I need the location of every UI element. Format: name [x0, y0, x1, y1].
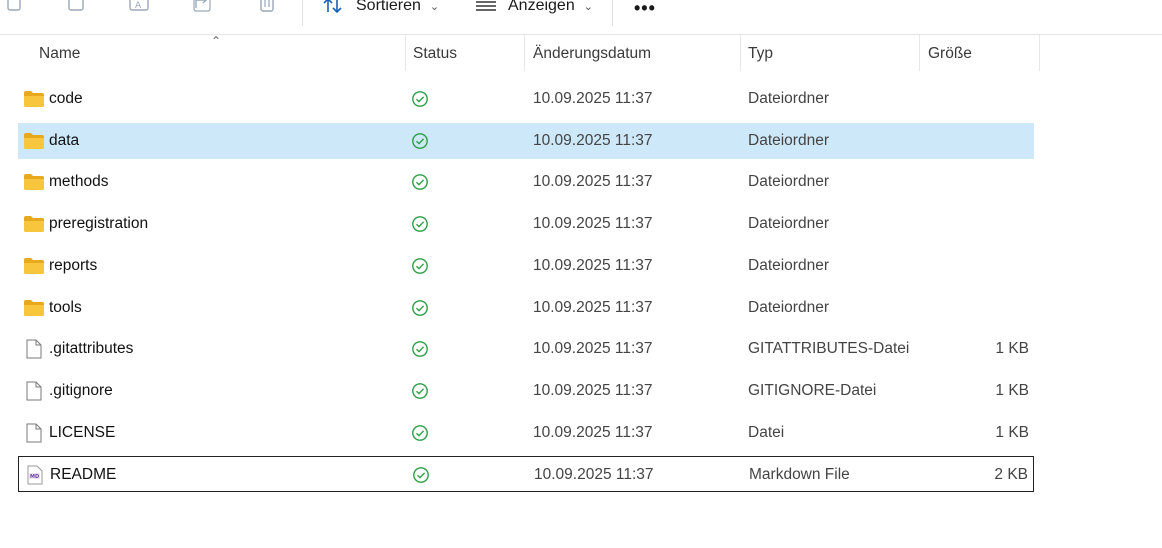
- file-icon: [26, 423, 42, 443]
- file-date-modified: 10.09.2025 11:37: [533, 173, 653, 190]
- file-row[interactable]: LICENSE 10.09.2025 11:37 Datei 1 KB: [18, 415, 1034, 451]
- folder-icon: [24, 258, 44, 274]
- file-row[interactable]: data 10.09.2025 11:37 Dateiordner: [18, 123, 1034, 159]
- sync-status-icon: [412, 383, 428, 399]
- file-row[interactable]: MD README 10.09.2025 11:37 Markdown File 2 K…: [18, 456, 1034, 492]
- file-name: reports: [49, 257, 98, 274]
- file-type: Dateiordner: [748, 173, 829, 190]
- sync-status-icon: [413, 467, 429, 483]
- sort-label: Sortieren: [356, 0, 421, 14]
- sync-status-icon: [412, 341, 428, 357]
- sync-status-icon: [412, 258, 428, 274]
- file-size: 1 KB: [995, 424, 1029, 441]
- column-header-name[interactable]: Name: [39, 35, 80, 71]
- file-size: 1 KB: [995, 382, 1029, 399]
- file-type: GITATTRIBUTES-Datei: [748, 340, 910, 357]
- folder-icon: [24, 133, 44, 149]
- folder-icon: [24, 91, 44, 107]
- sync-status-icon: [412, 91, 428, 107]
- folder-icon: [24, 174, 44, 190]
- sync-status-icon: [412, 300, 428, 316]
- file-date-modified: 10.09.2025 11:37: [533, 215, 653, 232]
- column-divider[interactable]: [405, 35, 406, 71]
- markdown-file-icon: MD: [27, 465, 43, 485]
- file-name: .gitignore: [49, 382, 113, 399]
- column-header-row: Name Status Änderungsdatum Typ Größe: [0, 35, 1162, 73]
- more-options-button[interactable]: •••: [634, 0, 656, 19]
- share-icon[interactable]: [191, 0, 215, 16]
- file-size: 1 KB: [995, 340, 1029, 357]
- file-type: Dateiordner: [748, 299, 829, 316]
- view-button[interactable]: Anzeigen ⌄: [474, 0, 593, 18]
- file-name: LICENSE: [49, 424, 116, 441]
- file-name: tools: [49, 299, 82, 316]
- file-icon: [26, 339, 42, 359]
- file-row[interactable]: .gitignore 10.09.2025 11:37 GITIGNORE-Date…: [18, 373, 1034, 409]
- file-date-modified: 10.09.2025 11:37: [533, 424, 653, 441]
- file-type: Markdown File: [749, 466, 850, 483]
- file-date-modified: 10.09.2025 11:37: [534, 466, 654, 483]
- column-divider[interactable]: [740, 35, 741, 71]
- file-type: Dateiordner: [748, 215, 829, 232]
- sort-button[interactable]: Sortieren ⌄: [322, 0, 439, 18]
- svg-text:A: A: [135, 1, 142, 11]
- file-row[interactable]: code 10.09.2025 11:37 Dateiordner: [18, 81, 1034, 117]
- copy-icon[interactable]: [2, 0, 26, 16]
- file-date-modified: 10.09.2025 11:37: [533, 340, 653, 357]
- file-date-modified: 10.09.2025 11:37: [533, 132, 653, 149]
- file-name: methods: [49, 173, 109, 190]
- chevron-down-icon: ⌄: [429, 0, 440, 13]
- file-row[interactable]: methods 10.09.2025 11:37 Dateiordner: [18, 164, 1034, 200]
- sync-status-icon: [412, 425, 428, 441]
- file-type: Dateiordner: [748, 132, 829, 149]
- file-date-modified: 10.09.2025 11:37: [533, 299, 653, 316]
- file-type: Datei: [748, 424, 785, 441]
- file-name: data: [49, 132, 80, 149]
- folder-icon: [24, 216, 44, 232]
- sync-status-icon: [412, 174, 428, 190]
- file-name: README: [50, 466, 117, 483]
- file-name: .gitattributes: [49, 340, 134, 357]
- sort-ascending-icon: ⌃: [211, 34, 222, 48]
- sync-status-icon: [412, 216, 428, 232]
- file-row[interactable]: preregistration 10.09.2025 11:37 Dateiordn…: [18, 206, 1034, 242]
- file-date-modified: 10.09.2025 11:37: [533, 90, 653, 107]
- command-bar: A Sortieren ⌄ Anzeigen ⌄ •••: [0, 0, 1162, 35]
- column-header-type[interactable]: Typ: [748, 35, 773, 71]
- file-row[interactable]: reports 10.09.2025 11:37 Dateiordner: [18, 248, 1034, 284]
- column-divider[interactable]: [1039, 35, 1040, 71]
- view-label: Anzeigen: [508, 0, 575, 14]
- svg-text:MD: MD: [30, 474, 39, 480]
- sync-status-icon: [412, 133, 428, 149]
- delete-icon[interactable]: [255, 0, 279, 16]
- file-name: code: [49, 90, 83, 107]
- file-icon: [26, 381, 42, 401]
- sort-icon: [323, 0, 342, 14]
- file-date-modified: 10.09.2025 11:37: [533, 257, 653, 274]
- column-header-status[interactable]: Status: [413, 35, 457, 71]
- paste-icon[interactable]: [64, 0, 88, 16]
- file-date-modified: 10.09.2025 11:37: [533, 382, 653, 399]
- column-divider[interactable]: [524, 35, 525, 71]
- file-size: 2 KB: [994, 466, 1028, 483]
- toolbar-divider: [302, 0, 303, 26]
- file-row[interactable]: .gitattributes 10.09.2025 11:37 GITATTRIBU…: [18, 331, 1034, 367]
- folder-icon: [24, 300, 44, 316]
- file-name: preregistration: [49, 215, 149, 232]
- column-divider[interactable]: [919, 35, 920, 71]
- column-header-modified[interactable]: Änderungsdatum: [533, 35, 651, 71]
- view-list-icon: [476, 1, 496, 11]
- toolbar-divider: [612, 0, 613, 26]
- file-type: Dateiordner: [748, 257, 829, 274]
- file-type: Dateiordner: [748, 90, 829, 107]
- column-header-size[interactable]: Größe: [928, 35, 972, 71]
- file-row[interactable]: tools 10.09.2025 11:37 Dateiordner: [18, 290, 1034, 326]
- chevron-down-icon: ⌄: [583, 0, 593, 13]
- rename-icon[interactable]: A: [127, 0, 151, 16]
- file-type: GITIGNORE-Datei: [748, 382, 877, 399]
